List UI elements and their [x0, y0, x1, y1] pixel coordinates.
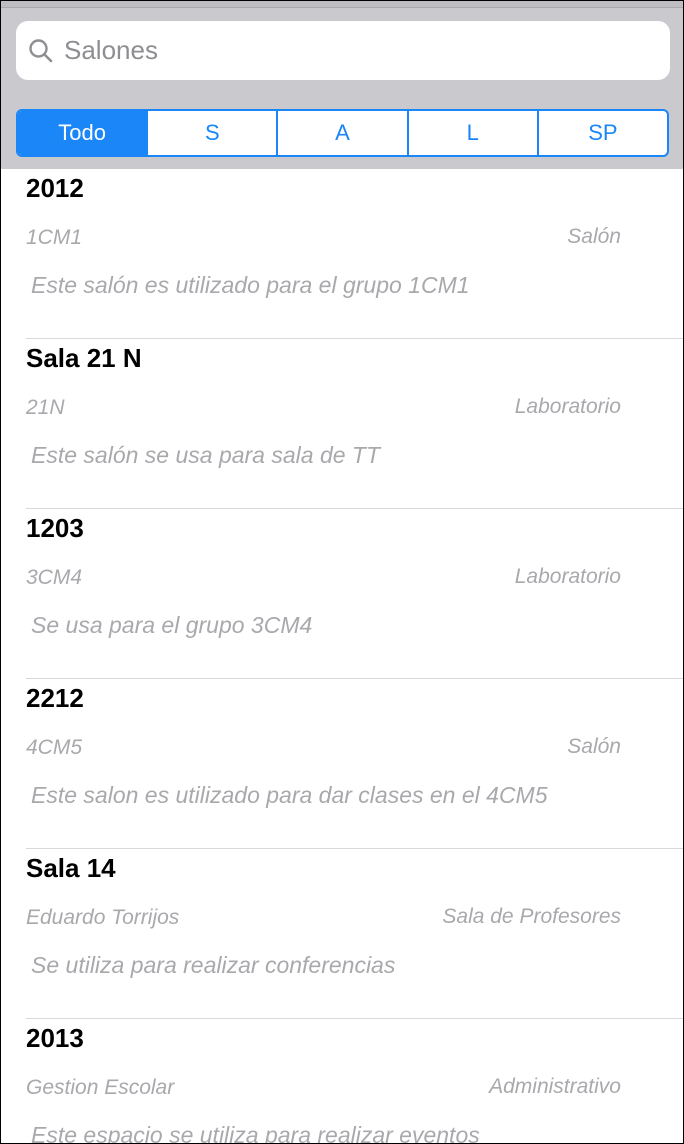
search-input[interactable] — [64, 21, 654, 80]
room-description: Este salón se usa para sala de TT — [31, 442, 381, 468]
room-type: Administrativo — [489, 1075, 621, 1098]
room-description: Se utiliza para realizar conferencias — [31, 952, 396, 978]
room-code: 3CM4 — [26, 566, 83, 589]
room-code: 4CM5 — [26, 736, 83, 759]
room-code: 1CM1 — [26, 226, 83, 249]
search-bar[interactable] — [16, 21, 670, 80]
room-type: Laboratorio — [514, 565, 621, 588]
room-description: Este salón es utilizado para el grupo 1C… — [31, 272, 470, 298]
room-type: Sala de Profesores — [442, 905, 621, 928]
segment-sp[interactable]: SP — [536, 111, 667, 155]
segment-a[interactable]: A — [276, 111, 406, 155]
list-item[interactable]: 2212 4CM5 Salón Este salon es utilizado … — [1, 679, 683, 849]
room-code: 21N — [26, 396, 65, 419]
room-description: Este salon es utilizado para dar clases … — [31, 782, 548, 808]
segment-l[interactable]: L — [406, 111, 537, 155]
list-item[interactable]: Sala 14 Eduardo Torrijos Sala de Profeso… — [1, 849, 683, 1019]
room-type: Salón — [567, 735, 621, 758]
list-item[interactable]: 1203 3CM4 Laboratorio Se usa para el gru… — [1, 509, 683, 679]
filter-segmented-control: Todo S A L SP — [16, 109, 669, 157]
room-title: Sala 21 N — [26, 343, 142, 373]
room-title: Sala 14 — [26, 853, 116, 883]
list-item[interactable]: Sala 21 N 21N Laboratorio Este salón se … — [1, 339, 683, 509]
room-code: Gestion Escolar — [26, 1076, 175, 1099]
segment-s[interactable]: S — [146, 111, 276, 155]
room-title: 1203 — [26, 513, 84, 543]
rooms-list: 2012 1CM1 Salón Este salón es utilizado … — [1, 169, 683, 1144]
search-header: Todo S A L SP — [1, 1, 683, 169]
room-title: 2212 — [26, 683, 84, 713]
app-screen: Todo S A L SP 2012 1CM1 Salón Este salón… — [0, 0, 684, 1144]
room-description: Este espacio se utiliza para realizar ev… — [31, 1122, 480, 1144]
room-code: Eduardo Torrijos — [26, 906, 180, 929]
room-description: Se usa para el grupo 3CM4 — [31, 612, 313, 638]
list-item[interactable]: 2013 Gestion Escolar Administrativo Este… — [1, 1019, 683, 1144]
room-title: 2012 — [26, 173, 84, 203]
status-strip — [1, 1, 683, 8]
list-item[interactable]: 2012 1CM1 Salón Este salón es utilizado … — [1, 169, 683, 339]
room-type: Salón — [567, 225, 621, 248]
segment-todo[interactable]: Todo — [18, 111, 147, 155]
room-type: Laboratorio — [514, 395, 621, 418]
search-icon — [28, 38, 54, 64]
room-title: 2013 — [26, 1023, 84, 1053]
